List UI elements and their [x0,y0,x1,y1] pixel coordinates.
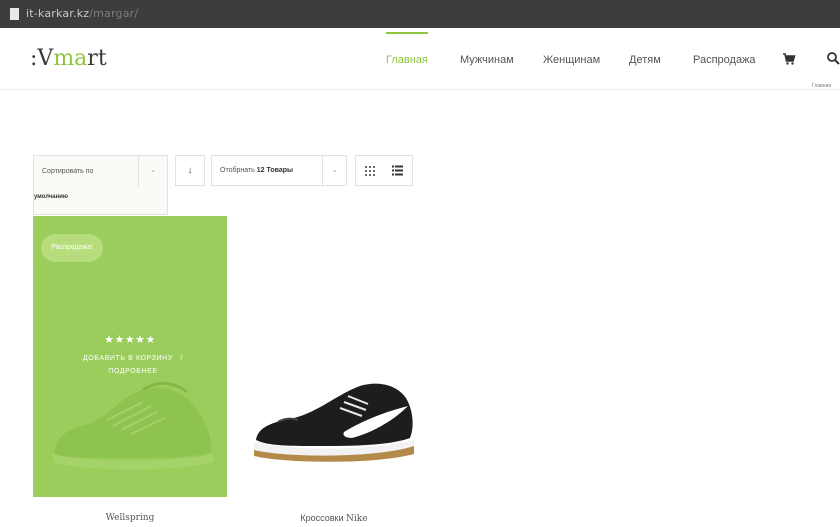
sort-select[interactable]: Сортировать по ⌄ умолчанию [33,155,168,215]
per-page-select[interactable]: Отобрнать 12 Товары ⌄ [211,155,347,187]
per-page-count: 12 Товары [256,167,293,174]
card-actions: ДОБАВИТЬ В КОРЗИНУ / ПОДРОБНЕЕ [63,352,203,378]
page-icon [10,8,19,20]
view-toggle [355,155,413,186]
product-title-brand: Nike [346,514,368,524]
sort-value: умолчанию [34,194,69,200]
logo-prefix: :V [30,46,54,71]
address-url[interactable]: it-karkar.kz/margar/ [26,7,138,20]
details-link[interactable]: ПОДРОБНЕЕ [108,368,157,375]
sort-label: Сортировать по [42,168,94,175]
address-bar[interactable]: it-karkar.kz/margar/ [0,0,840,28]
nav-item-women[interactable]: Женщинам [543,54,600,66]
per-page-prefix: Отобрнать [220,167,257,174]
product-image[interactable] [47,366,217,486]
list-icon[interactable] [392,165,403,176]
product-card-wellspring[interactable]: Распродажа! ★★★★★ ДОБАВИТЬ В КОРЗИНУ / П… [33,216,227,497]
product-title[interactable]: Кроссовки Nike [244,513,424,524]
nav-item-kids[interactable]: Детям [629,54,661,66]
url-path: /margar/ [89,7,139,20]
chevron-down-icon[interactable]: ⌄ [150,166,156,174]
sort-direction-button[interactable]: ↓ [175,155,205,186]
product-title[interactable]: Wellspring [33,513,227,523]
logo-accent: ma [53,46,88,71]
product-title-prefix: Кроссовки [300,513,344,523]
add-to-cart-link[interactable]: ДОБАВИТЬ В КОРЗИНУ [83,355,173,362]
url-host: it-karkar.kz [26,7,90,20]
logo-suffix: rt [87,46,107,71]
nav-item-sale[interactable]: Распродажа [693,54,756,66]
rating-stars: ★★★★★ [104,334,156,346]
grid-icon[interactable] [365,166,375,176]
cart-icon[interactable] [782,52,796,66]
chevron-down-icon[interactable]: ⌄ [332,166,338,174]
nav-item-men[interactable]: Мужчинам [460,54,514,66]
nav-item-home[interactable]: Главная [386,54,428,66]
product-card-nike[interactable] [244,216,424,497]
site-logo[interactable]: :Vmart [30,46,107,71]
actions-separator-slash: / [180,355,184,362]
search-icon[interactable] [826,51,840,65]
nav-active-indicator [386,32,428,34]
sale-badge: Распродажа! [41,234,103,262]
product-image[interactable] [248,368,418,478]
per-page-label: Отобрнать 12 Товары [220,167,293,174]
arrow-down-icon: ↓ [187,165,193,176]
per-page-divider [322,156,323,187]
breadcrumb[interactable]: Главная [812,83,831,89]
sort-divider [138,156,139,187]
site-header: :Vmart Главная Мужчинам Женщинам Детям Р… [0,28,840,90]
